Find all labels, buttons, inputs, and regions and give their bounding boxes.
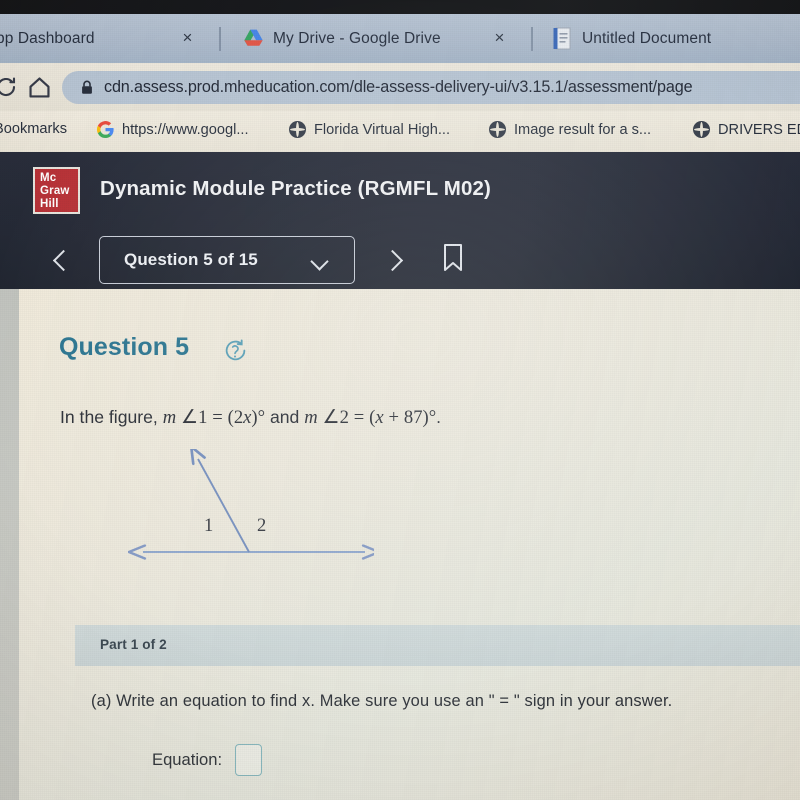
stem-coefficient: 2 bbox=[233, 407, 244, 428]
globe-icon bbox=[693, 121, 710, 138]
url-text: cdn.assess.prod.mheducation.com/dle-asse… bbox=[104, 78, 693, 96]
bookmark-label: Image result for a s... bbox=[514, 121, 652, 138]
regenerate-question-icon[interactable] bbox=[222, 337, 249, 364]
logo-line-2: Graw bbox=[40, 185, 70, 197]
url-bar[interactable]: cdn.assess.prod.mheducation.com/dle-asse… bbox=[62, 71, 800, 104]
chevron-right-icon bbox=[381, 249, 404, 272]
equation-input[interactable] bbox=[235, 744, 263, 776]
chevron-down-icon bbox=[310, 252, 329, 271]
monitor-bezel bbox=[0, 0, 800, 14]
browser-tab-strip: pp Dashboard × My Drive - Google Drive × bbox=[0, 14, 800, 63]
next-question-button[interactable] bbox=[376, 243, 410, 277]
stem-x-2: x bbox=[375, 407, 384, 428]
part-banner: Part 1 of 2 bbox=[75, 625, 800, 666]
logo-line-1: Mc bbox=[40, 172, 57, 184]
angle-figure: 1 2 bbox=[114, 449, 374, 579]
globe-icon bbox=[489, 121, 506, 138]
tab-close-button-1[interactable]: × bbox=[490, 28, 509, 47]
bookmark-question-button[interactable] bbox=[441, 243, 469, 275]
part-label: Part 1 of 2 bbox=[100, 637, 167, 652]
angle-label-2: 2 bbox=[257, 516, 267, 536]
browser-tab-1[interactable]: My Drive - Google Drive bbox=[243, 14, 441, 63]
tab-title: My Drive - Google Drive bbox=[273, 29, 441, 47]
stem-equals-1: = bbox=[212, 407, 223, 428]
bookmark-item-1[interactable]: Florida Virtual High... bbox=[289, 121, 450, 138]
degree-symbol-1: ° bbox=[257, 407, 266, 428]
reload-icon[interactable] bbox=[0, 75, 18, 99]
google-icon bbox=[96, 121, 114, 139]
bookmark-item-0[interactable]: https://www.googl... bbox=[96, 121, 249, 139]
question-selector-dropdown[interactable]: Question 5 of 15 bbox=[99, 236, 355, 284]
angle-symbol-1: ∠ bbox=[181, 407, 199, 428]
stem-angle-two: 2 bbox=[339, 407, 349, 428]
stem-angle-one: 1 bbox=[198, 407, 208, 428]
question-stem: In the figure, m ∠1 = (2x)° and m ∠2 = (… bbox=[60, 406, 441, 429]
tab-title: Untitled Document bbox=[582, 29, 712, 47]
bookmark-label: Florida Virtual High... bbox=[314, 121, 450, 138]
tab-title: pp Dashboard bbox=[0, 29, 95, 47]
angle-label-1: 1 bbox=[204, 516, 214, 536]
tab-close-button-0[interactable]: × bbox=[178, 28, 197, 47]
bookmark-item-3[interactable]: DRIVERS ED bbox=[693, 121, 800, 138]
previous-question-button[interactable] bbox=[47, 243, 81, 277]
logo-line-3: Hill bbox=[40, 198, 59, 210]
bookmarks-folder-label[interactable]: Bookmarks bbox=[0, 121, 67, 137]
bookmark-label: DRIVERS ED bbox=[718, 121, 800, 138]
bookmark-label: https://www.googl... bbox=[122, 121, 249, 138]
tab-separator bbox=[531, 27, 533, 51]
page-title: Question 5 bbox=[59, 333, 190, 361]
question-selector-label: Question 5 of 15 bbox=[124, 250, 258, 269]
home-icon[interactable] bbox=[27, 75, 51, 99]
bookmark-icon bbox=[444, 244, 462, 271]
google-docs-icon bbox=[553, 27, 573, 50]
app-title: Dynamic Module Practice (RGMFL M02) bbox=[100, 177, 492, 200]
angle-ray bbox=[198, 459, 250, 553]
angle-symbol-2: ∠ bbox=[322, 407, 340, 428]
angle-figure-svg bbox=[114, 449, 374, 579]
stem-m-2: m bbox=[304, 407, 318, 428]
part-a-prompt: (a) Write an equation to find x. Make su… bbox=[91, 692, 673, 710]
stem-equals-2: = bbox=[353, 407, 365, 428]
lock-icon bbox=[81, 80, 93, 95]
bookmarks-label-text: Bookmarks bbox=[0, 121, 67, 137]
stem-m-1: m bbox=[162, 407, 177, 428]
bookmark-item-2[interactable]: Image result for a s... bbox=[489, 121, 651, 138]
stem-constant: 87 bbox=[403, 407, 423, 428]
google-drive-icon bbox=[243, 29, 264, 48]
chevron-left-icon bbox=[52, 249, 75, 272]
stem-prefix: In the figure, bbox=[60, 407, 163, 427]
bookmarks-bar: Bookmarks https://www.googl... Florida V… bbox=[0, 111, 800, 152]
browser-toolbar: cdn.assess.prod.mheducation.com/dle-asse… bbox=[0, 63, 800, 111]
stem-plus: + bbox=[388, 407, 400, 428]
browser-tab-0[interactable]: pp Dashboard bbox=[0, 14, 95, 63]
assessment-page: Question 5 In the figure, m ∠1 = (2x)° a… bbox=[19, 289, 800, 800]
browser-tab-2[interactable]: Untitled Document bbox=[553, 14, 711, 63]
equation-label: Equation: bbox=[152, 750, 223, 769]
stem-period: . bbox=[436, 407, 442, 427]
stem-conjunction: and bbox=[265, 407, 305, 427]
equation-answer-row: Equation: bbox=[152, 744, 263, 776]
screen-photo: pp Dashboard × My Drive - Google Drive × bbox=[0, 0, 800, 800]
tab-separator bbox=[219, 27, 221, 51]
mcgraw-hill-logo: Mc Graw Hill bbox=[33, 167, 80, 214]
globe-icon bbox=[289, 121, 306, 138]
